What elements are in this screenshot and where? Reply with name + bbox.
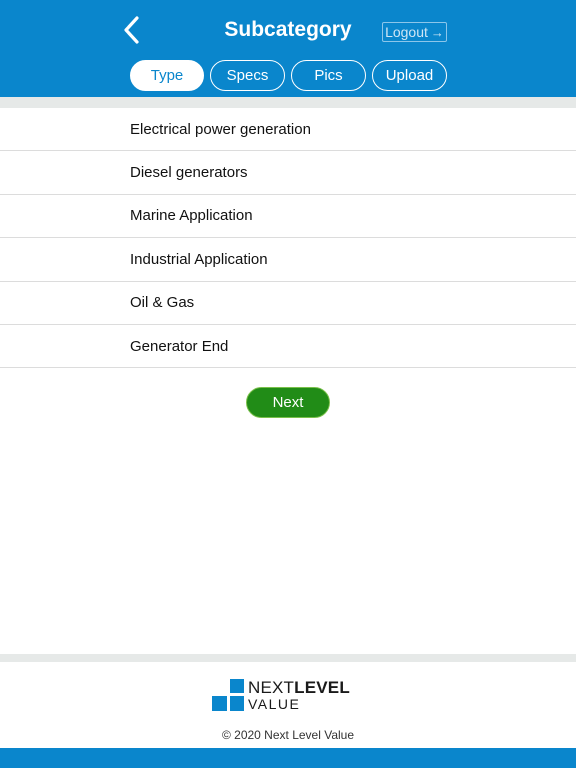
- logo-next-text: NEXT: [248, 678, 295, 697]
- logo-square: [230, 696, 244, 711]
- logout-label: Logout: [385, 24, 428, 40]
- arrow-right-icon: →: [430, 24, 444, 40]
- divider: [0, 97, 576, 108]
- logo-square: [212, 696, 227, 711]
- list-item[interactable]: Electrical power generation: [0, 108, 576, 152]
- logo-value-text: VALUE: [248, 696, 301, 712]
- tab-bar: Type Specs Pics Upload: [0, 60, 576, 92]
- app-header: Subcategory Logout → Type Specs Pics Upl…: [0, 0, 576, 97]
- list-item[interactable]: Oil & Gas: [0, 282, 576, 325]
- logo-wordmark-top: NEXTLEVEL: [248, 678, 350, 698]
- copyright-icon: ©: [221, 728, 231, 742]
- page-title: Subcategory: [224, 18, 352, 41]
- subcategory-list: Electrical power generation Diesel gener…: [0, 108, 576, 369]
- bottom-bar: [0, 748, 576, 768]
- logo-square: [230, 679, 244, 693]
- tab-upload[interactable]: Upload: [372, 60, 447, 91]
- list-item[interactable]: Diesel generators: [0, 151, 576, 195]
- tab-specs[interactable]: Specs: [210, 60, 285, 91]
- divider: [0, 654, 576, 662]
- list-item[interactable]: Marine Application: [0, 195, 576, 239]
- company-logo: NEXTLEVEL VALUE: [212, 678, 372, 713]
- list-item[interactable]: Generator End: [0, 325, 576, 369]
- tab-pics[interactable]: Pics: [291, 60, 366, 91]
- logout-button[interactable]: Logout →: [382, 22, 447, 42]
- list-item[interactable]: Industrial Application: [0, 238, 576, 282]
- copyright-text: 2020 Next Level Value: [234, 728, 355, 742]
- tab-type[interactable]: Type: [130, 60, 204, 91]
- copyright: © 2020 Next Level Value: [0, 728, 576, 742]
- logo-level-text: LEVEL: [294, 678, 350, 697]
- next-button[interactable]: Next: [246, 387, 330, 418]
